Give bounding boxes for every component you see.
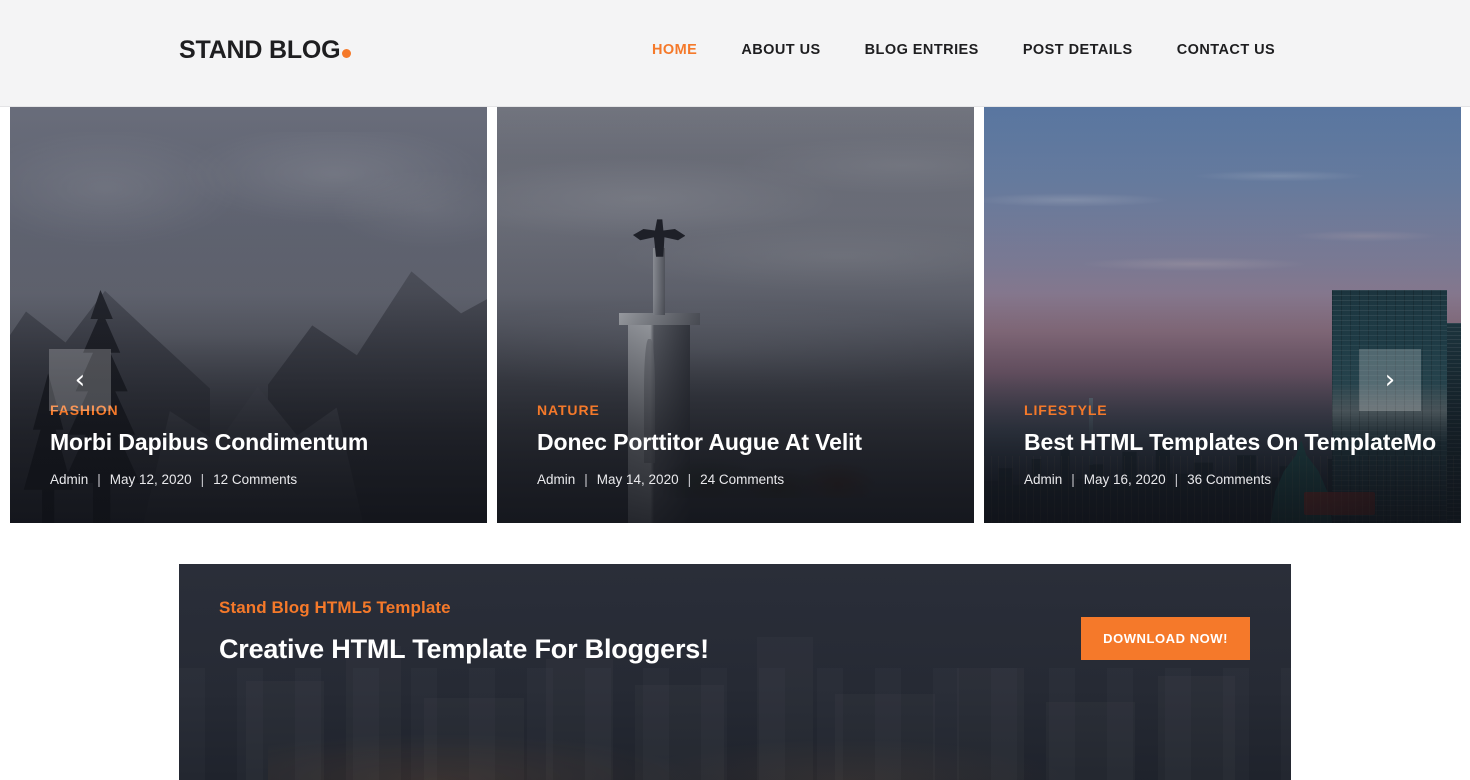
logo-text: STAND BLOG [179, 36, 341, 64]
nav-item-blog-entries[interactable]: BLOG ENTRIES [865, 41, 979, 59]
nav-link-post-details[interactable]: POST DETAILS [1023, 42, 1133, 58]
slide-caption: FASHION Morbi Dapibus Condimentum Admin |… [50, 402, 463, 487]
meta-separator: | [687, 472, 692, 487]
main-navigation: HOME ABOUT US BLOG ENTRIES POST DETAILS … [652, 41, 1275, 59]
nav-item-post-details[interactable]: POST DETAILS [1023, 41, 1133, 59]
banner-text-block: Stand Blog HTML5 Template Creative HTML … [219, 598, 709, 665]
slide-date: May 12, 2020 [109, 472, 192, 487]
download-banner: Stand Blog HTML5 Template Creative HTML … [179, 564, 1291, 780]
meta-separator: | [584, 472, 588, 487]
download-now-button[interactable]: DOWNLOAD NOW! [1081, 617, 1250, 660]
nav-link-about-us[interactable]: ABOUT US [741, 42, 820, 58]
nav-item-home[interactable]: HOME [652, 41, 697, 59]
cta-section: Stand Blog HTML5 Template Creative HTML … [0, 523, 1470, 780]
slide-date: May 14, 2020 [596, 472, 679, 487]
slide-author: Admin [50, 472, 89, 487]
nav-link-contact-us[interactable]: CONTACT US [1177, 42, 1275, 58]
banner-background-image [179, 564, 1291, 780]
slide-title[interactable]: Donec Porttitor Augue At Velit [537, 429, 950, 456]
slide-comments[interactable]: 36 Comments [1187, 472, 1271, 487]
logo-dot-icon [342, 49, 352, 58]
nav-link-blog-entries[interactable]: BLOG ENTRIES [865, 42, 979, 58]
nav-link-home[interactable]: HOME [652, 42, 697, 58]
carousel-track: FASHION Morbi Dapibus Condimentum Admin |… [10, 107, 1461, 523]
slide-caption: NATURE Donec Porttitor Augue At Velit Ad… [537, 402, 950, 487]
slide-category[interactable]: NATURE [537, 402, 950, 418]
featured-posts-carousel: FASHION Morbi Dapibus Condimentum Admin |… [0, 107, 1470, 523]
slide-title[interactable]: Morbi Dapibus Condimentum [50, 429, 463, 456]
slide-meta: Admin | May 14, 2020 | 24 Comments [537, 472, 950, 487]
slide-meta: Admin | May 12, 2020 | 12 Comments [50, 472, 463, 487]
carousel-slide-lifestyle[interactable]: LIFESTYLE Best HTML Templates On Templat… [984, 107, 1461, 523]
slide-title[interactable]: Best HTML Templates On TemplateMo [1024, 429, 1437, 456]
nav-item-about-us[interactable]: ABOUT US [741, 41, 820, 59]
carousel-slide-nature[interactable]: NATURE Donec Porttitor Augue At Velit Ad… [497, 107, 974, 523]
slide-category[interactable]: FASHION [50, 402, 463, 418]
slide-caption: LIFESTYLE Best HTML Templates On Templat… [1024, 402, 1437, 487]
meta-separator: | [200, 472, 205, 487]
banner-subtitle: Stand Blog HTML5 Template [219, 598, 451, 617]
site-header: STAND BLOG HOME ABOUT US BLOG ENTRIES PO… [0, 0, 1470, 107]
slide-author: Admin [1024, 472, 1063, 487]
site-logo[interactable]: STAND BLOG [179, 36, 352, 65]
meta-separator: | [1071, 472, 1075, 487]
carousel-next-arrow-icon[interactable]: › [1359, 349, 1421, 411]
meta-separator: | [1174, 472, 1179, 487]
carousel-prev-arrow-icon[interactable]: ‹ [49, 349, 111, 411]
carousel-slide-fashion[interactable]: FASHION Morbi Dapibus Condimentum Admin |… [10, 107, 487, 523]
meta-separator: | [97, 472, 101, 487]
slide-comments[interactable]: 24 Comments [700, 472, 784, 487]
nav-item-contact-us[interactable]: CONTACT US [1177, 41, 1275, 59]
banner-title: Creative HTML Template For Bloggers! [219, 634, 709, 664]
slide-date: May 16, 2020 [1083, 472, 1166, 487]
slide-meta: Admin | May 16, 2020 | 36 Comments [1024, 472, 1437, 487]
slide-author: Admin [537, 472, 576, 487]
slide-comments[interactable]: 12 Comments [213, 472, 297, 487]
